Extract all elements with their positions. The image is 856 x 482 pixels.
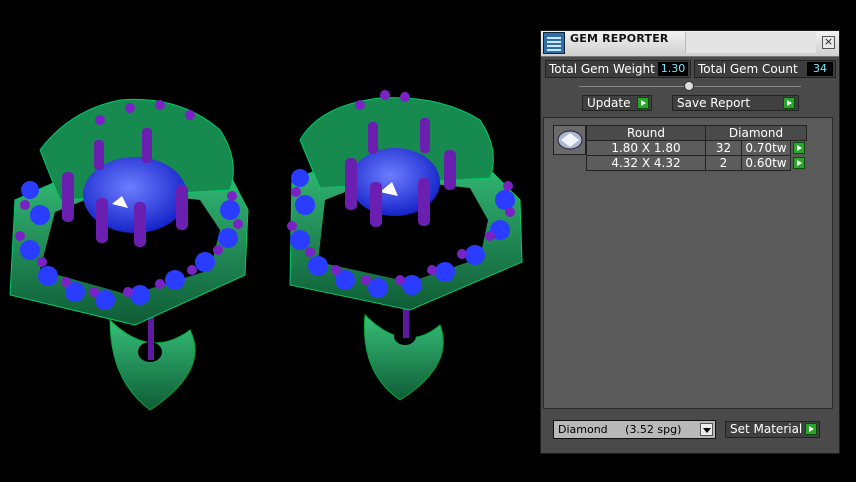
slider-handle[interactable] bbox=[684, 81, 694, 91]
3d-viewport[interactable] bbox=[0, 0, 538, 482]
close-button[interactable]: × bbox=[822, 36, 835, 49]
update-go-icon[interactable] bbox=[637, 97, 649, 109]
row-size: 4.32 X 4.32 bbox=[586, 155, 706, 171]
row-weight: 0.60tw bbox=[741, 155, 791, 171]
gem-reporter-app-icon bbox=[543, 32, 565, 54]
chevron-down-icon[interactable] bbox=[700, 423, 713, 436]
total-gem-count-label: Total Gem Count bbox=[698, 62, 798, 76]
row-size: 1.80 X 1.80 bbox=[586, 140, 706, 156]
row-select-go-icon[interactable] bbox=[793, 157, 805, 169]
earring-models bbox=[9, 90, 523, 411]
total-gem-count-value: 34 bbox=[807, 62, 833, 76]
save-report-button[interactable]: Save Report bbox=[672, 95, 799, 111]
gem-reporter-panel: GEM REPORTER × Total Gem Weight 1.30 Tot… bbox=[540, 30, 840, 454]
set-material-go-icon[interactable] bbox=[805, 423, 817, 435]
material-select-value: Diamond (3.52 spg) bbox=[558, 423, 682, 436]
round-gem-thumbnail[interactable] bbox=[553, 125, 586, 155]
total-gem-count-box: Total Gem Count 34 bbox=[694, 60, 836, 78]
gem-list: Round Diamond 1.80 X 1.80 32 0.70tw 4.32… bbox=[543, 117, 833, 409]
row-count: 32 bbox=[705, 140, 742, 156]
panel-title: GEM REPORTER bbox=[570, 32, 669, 45]
row-count: 2 bbox=[705, 155, 742, 171]
save-report-go-icon[interactable] bbox=[783, 97, 795, 109]
update-button-label: Update bbox=[587, 96, 631, 110]
title-bar[interactable]: GEM REPORTER × bbox=[541, 31, 839, 57]
row-select-go-icon[interactable] bbox=[793, 142, 805, 154]
column-header-shape: Round bbox=[586, 125, 706, 141]
set-material-button-label: Set Material bbox=[730, 422, 803, 436]
total-gem-weight-box: Total Gem Weight 1.30 bbox=[545, 60, 691, 78]
column-header-material: Diamond bbox=[705, 125, 807, 141]
row-weight: 0.70tw bbox=[741, 140, 791, 156]
total-gem-weight-value: 1.30 bbox=[658, 62, 688, 76]
title-strip bbox=[685, 32, 816, 53]
update-button[interactable]: Update bbox=[582, 95, 652, 111]
set-material-button[interactable]: Set Material bbox=[725, 421, 820, 438]
left-earring-model bbox=[9, 98, 249, 411]
material-select[interactable]: Diamond (3.52 spg) bbox=[553, 420, 716, 439]
right-earring-model bbox=[287, 90, 523, 401]
total-gem-weight-label: Total Gem Weight bbox=[549, 62, 655, 76]
round-diamond-icon bbox=[557, 130, 583, 150]
save-report-button-label: Save Report bbox=[677, 96, 751, 110]
